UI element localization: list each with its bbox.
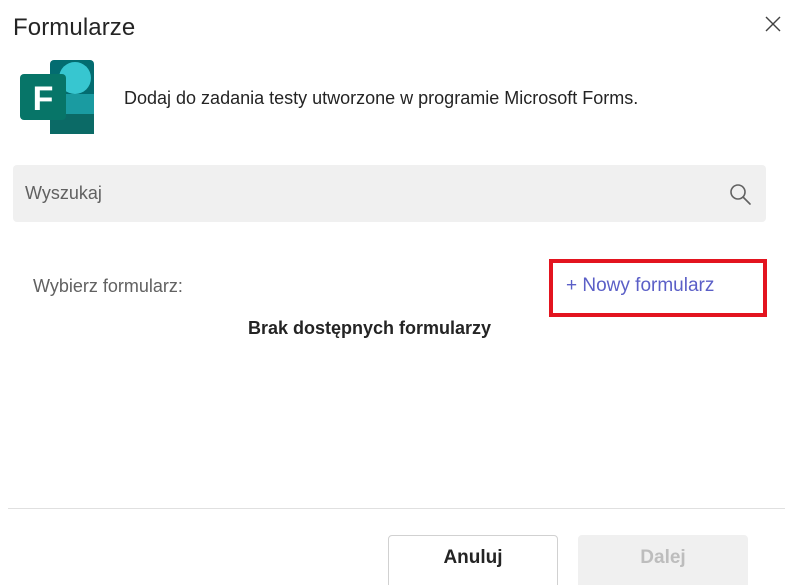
empty-forms-message: Brak dostępnych formularzy	[248, 318, 492, 338]
forms-dialog: Formularze F Dodaj do zadania testy utwo…	[0, 0, 785, 585]
dialog-description: Dodaj do zadania testy utworzone w progr…	[124, 88, 639, 108]
new-form-link[interactable]: + Nowy formularz	[566, 275, 714, 297]
next-button[interactable]: Dalej	[578, 535, 748, 585]
cancel-button-label: Anuluj	[443, 547, 503, 568]
cancel-button[interactable]: Anuluj	[388, 535, 558, 585]
microsoft-forms-logo-icon: F	[18, 58, 96, 136]
close-icon[interactable]	[760, 11, 785, 37]
search-box	[13, 165, 766, 222]
footer-divider	[8, 508, 785, 509]
search-input[interactable]	[13, 165, 713, 222]
choose-form-label: Wybierz formularz:	[33, 276, 183, 296]
logo-letter: F	[33, 80, 54, 118]
dialog-title: Formularze	[13, 14, 136, 41]
next-button-label: Dalej	[640, 547, 686, 568]
search-icon[interactable]	[728, 182, 752, 206]
